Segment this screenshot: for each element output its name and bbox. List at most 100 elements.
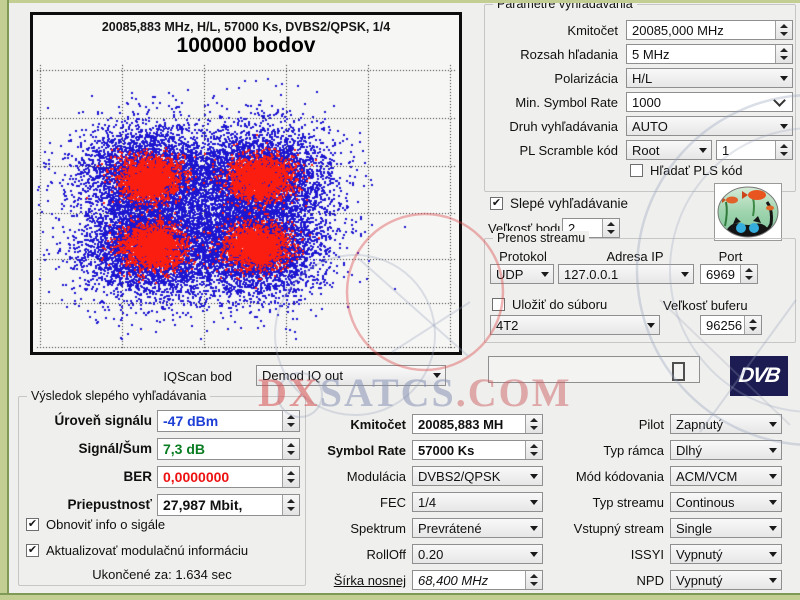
spinner-buttons[interactable] xyxy=(775,141,792,159)
spinner-buttons[interactable] xyxy=(282,411,299,431)
dropdown-arrow-icon[interactable] xyxy=(643,316,659,334)
snr-label: Signál/Šum xyxy=(20,441,152,456)
min-symbol-rate-combo[interactable]: 1000 xyxy=(626,92,793,112)
combo-chevron-icon[interactable] xyxy=(773,94,786,107)
spinner-buttons[interactable] xyxy=(775,21,792,39)
dropdown-arrow-icon[interactable] xyxy=(695,141,711,159)
search-type-dropdown[interactable]: AUTO xyxy=(626,116,793,136)
spinner-buttons[interactable] xyxy=(775,45,792,63)
dropdown-arrow-icon[interactable] xyxy=(765,441,781,459)
refresh-signal-info-label: Obnoviť info o sigále xyxy=(46,517,165,532)
search-range-spinner[interactable]: 5 MHz xyxy=(626,44,793,64)
frame-type-value: Dlhý xyxy=(671,443,765,458)
buffer-size-label: Veľkosť buferu xyxy=(663,298,748,313)
npd-label: NPD xyxy=(552,573,664,588)
stream-type-dropdown[interactable]: Continous xyxy=(670,492,782,512)
dropdown-arrow-icon[interactable] xyxy=(765,467,781,485)
polarization-dropdown[interactable]: H/L xyxy=(626,68,793,88)
dropdown-arrow-icon[interactable] xyxy=(677,265,693,283)
signal-level-value: -47 dBm xyxy=(158,413,282,429)
constellation-scatter-plot xyxy=(35,63,457,350)
fishbowl-illustration xyxy=(717,186,779,238)
refresh-signal-info-checkbox[interactable]: ✔ xyxy=(26,518,39,531)
npd-value: Vypnutý xyxy=(671,573,765,588)
spinner-buttons[interactable] xyxy=(744,316,761,334)
dropdown-arrow-icon[interactable] xyxy=(429,366,445,385)
pl-scramble-code-spinner[interactable]: 1 xyxy=(716,140,793,160)
input-stream-dropdown[interactable]: Single xyxy=(670,518,782,538)
dropdown-arrow-icon[interactable] xyxy=(776,117,792,135)
constellation-points-count: 100000 bodov xyxy=(33,34,459,58)
dropdown-arrow-icon[interactable] xyxy=(765,493,781,511)
constellation-title: 20085,883 MHz, H/L, 57000 Ks, DVBS2/QPSK… xyxy=(33,20,459,34)
polarization-label: Polarizácia xyxy=(486,71,618,86)
tuner-frequency-value: 20085,883 MH xyxy=(413,417,525,432)
find-pls-checkbox-label: Hľadať PLS kód xyxy=(650,163,743,178)
fec-dropdown[interactable]: 1/4 xyxy=(412,492,543,512)
device-dropdown[interactable]: 4T2 xyxy=(490,315,660,335)
issyi-dropdown[interactable]: Vypnutý xyxy=(670,544,782,564)
spinner-buttons[interactable] xyxy=(282,495,299,515)
dropdown-arrow-icon[interactable] xyxy=(526,493,542,511)
dropdown-arrow-icon[interactable] xyxy=(526,545,542,563)
blind-search-checkbox[interactable]: ✔ xyxy=(490,197,503,210)
dvb-logo: DVB xyxy=(730,356,788,396)
pilot-label: Pilot xyxy=(552,417,664,432)
rolloff-dropdown[interactable]: 0.20 xyxy=(412,544,543,564)
throughput-label: Priepustnosť xyxy=(20,497,152,512)
symbol-rate-spinner[interactable]: 57000 Ks xyxy=(412,440,543,460)
modulation-value: DVBS2/QPSK xyxy=(413,469,526,484)
coding-mode-dropdown[interactable]: ACM/VCM xyxy=(670,466,782,486)
protocol-dropdown[interactable]: UDP xyxy=(490,264,554,284)
snr-field[interactable]: 7,3 dB xyxy=(157,438,300,460)
iqscan-source-dropdown[interactable]: Demod IQ out xyxy=(256,365,446,386)
ip-address-dropdown[interactable]: 127.0.0.1 xyxy=(558,264,694,284)
spinner-buttons[interactable] xyxy=(282,467,299,487)
carrier-width-spinner[interactable]: 68,400 MHz xyxy=(412,570,543,590)
frame-type-dropdown[interactable]: Dlhý xyxy=(670,440,782,460)
port-value: 6969 xyxy=(701,267,740,282)
npd-dropdown[interactable]: Vypnutý xyxy=(670,570,782,590)
spinner-buttons[interactable] xyxy=(525,441,542,459)
pl-scramble-mode-dropdown[interactable]: Root xyxy=(626,140,712,160)
spinner-buttons[interactable] xyxy=(740,265,757,283)
carrier-width-label: Šírka nosnej xyxy=(298,573,406,588)
scan-progress-bar xyxy=(488,356,700,383)
dropdown-arrow-icon[interactable] xyxy=(765,415,781,433)
spinner-buttons[interactable] xyxy=(525,415,542,433)
elapsed-time-text: Ukončené za: 1.634 sec xyxy=(18,567,306,582)
fec-value: 1/4 xyxy=(413,495,526,510)
spectrum-dropdown[interactable]: Prevrátené xyxy=(412,518,543,538)
search-range-label: Rozsah hľadania xyxy=(486,47,618,62)
throughput-field[interactable]: 27,987 Mbit, xyxy=(157,494,300,516)
frequency-value: 20085,000 MHz xyxy=(627,23,775,38)
buffer-size-spinner[interactable]: 96256 xyxy=(700,315,762,335)
save-to-file-checkbox[interactable] xyxy=(492,298,505,311)
find-pls-checkbox[interactable] xyxy=(630,164,643,177)
signal-level-field[interactable]: -47 dBm xyxy=(157,410,300,432)
dropdown-arrow-icon[interactable] xyxy=(526,467,542,485)
dropdown-arrow-icon[interactable] xyxy=(537,265,553,283)
dropdown-arrow-icon[interactable] xyxy=(765,545,781,563)
spinner-buttons[interactable] xyxy=(282,439,299,459)
pilot-dropdown[interactable]: Zapnutý xyxy=(670,414,782,434)
issyi-value: Vypnutý xyxy=(671,547,765,562)
input-stream-label: Vstupný stream xyxy=(552,521,664,536)
tuner-frequency-spinner[interactable]: 20085,883 MH xyxy=(412,414,543,434)
page-frame-bottom xyxy=(0,593,800,600)
frequency-spinner[interactable]: 20085,000 MHz xyxy=(626,20,793,40)
spinner-buttons[interactable] xyxy=(525,571,542,589)
dropdown-arrow-icon[interactable] xyxy=(765,519,781,537)
dropdown-arrow-icon[interactable] xyxy=(765,571,781,589)
pl-scramble-code-value: 1 xyxy=(717,143,775,158)
page-frame-left xyxy=(0,0,9,600)
dropdown-arrow-icon[interactable] xyxy=(776,69,792,87)
ber-field[interactable]: 0,0000000 xyxy=(157,466,300,488)
modulation-dropdown[interactable]: DVBS2/QPSK xyxy=(412,466,543,486)
spinner-buttons[interactable] xyxy=(602,219,619,237)
frame-type-label: Typ rámca xyxy=(552,443,664,458)
dropdown-arrow-icon[interactable] xyxy=(526,519,542,537)
port-spinner[interactable]: 6969 xyxy=(700,264,758,284)
device-value: 4T2 xyxy=(491,318,643,333)
update-modulation-info-checkbox[interactable]: ✔ xyxy=(26,544,39,557)
